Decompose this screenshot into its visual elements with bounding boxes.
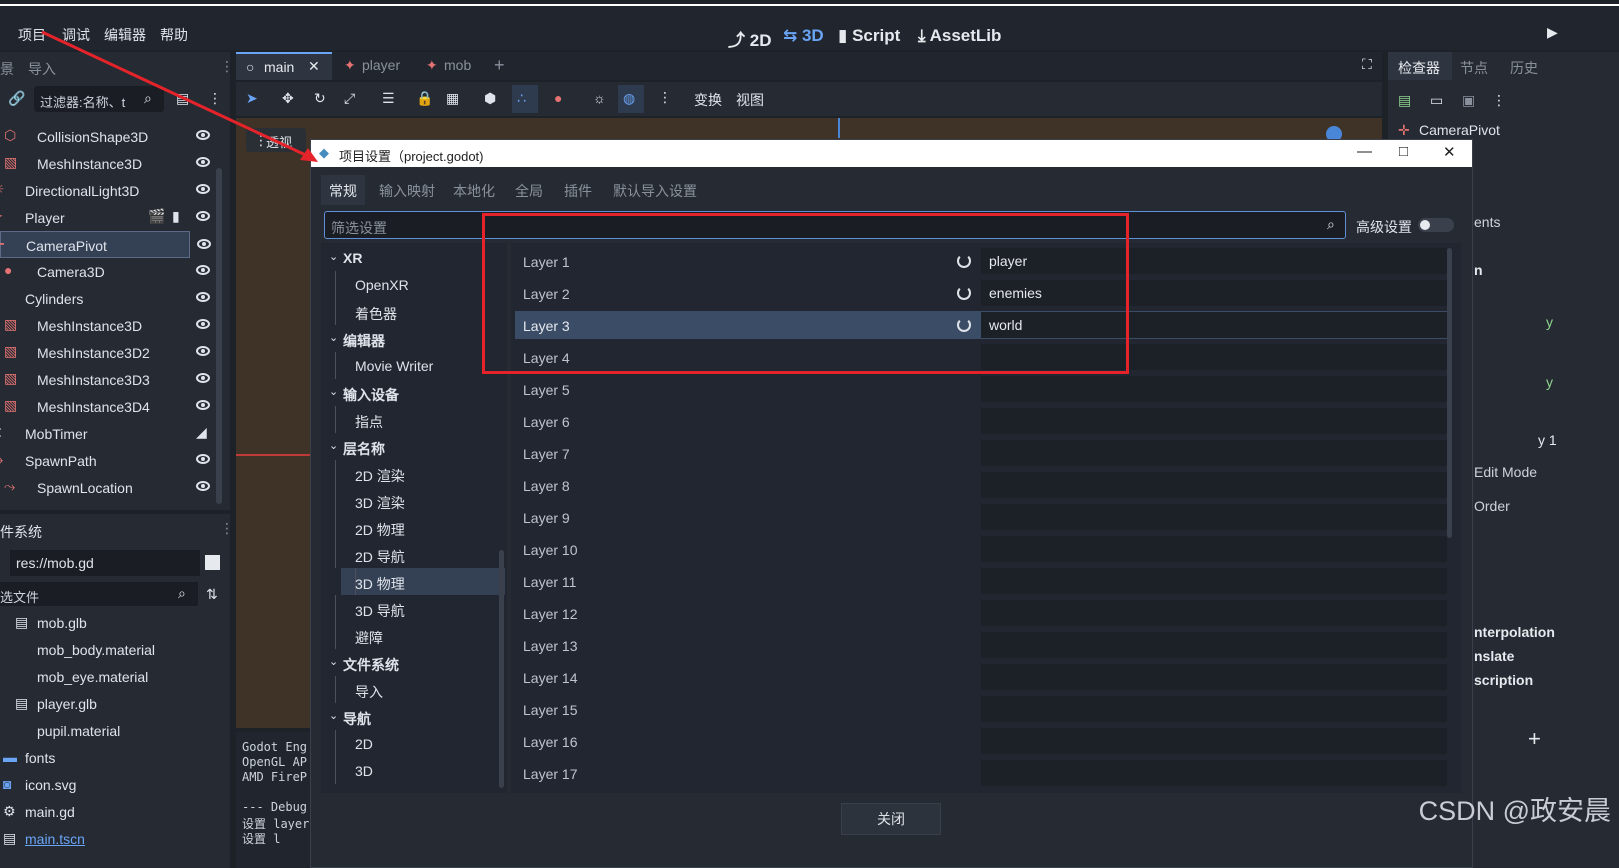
annotation-arrow	[41, 30, 318, 162]
watermark: CSDN @政安晨	[1418, 796, 1611, 826]
